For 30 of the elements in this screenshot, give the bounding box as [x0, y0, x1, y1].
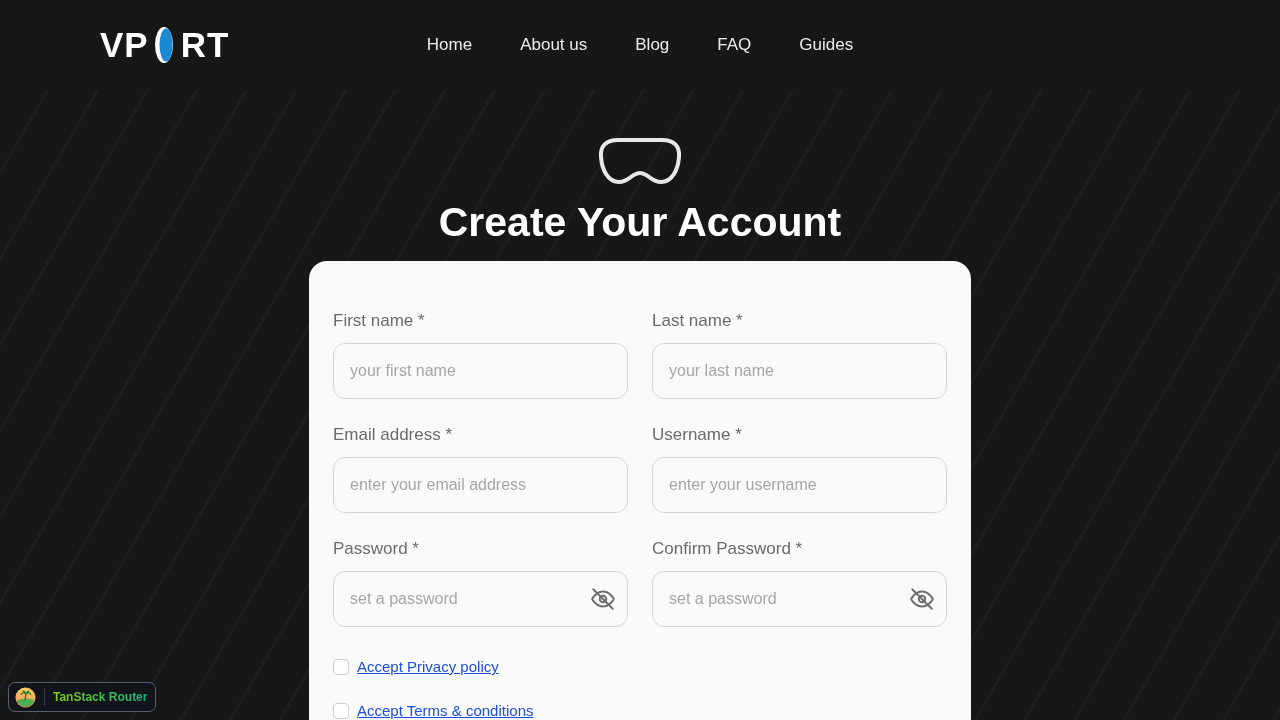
policy-link[interactable]: Accept Terms & conditions — [357, 703, 534, 719]
checkbox[interactable] — [333, 659, 349, 675]
page-title: Create Your Account — [438, 200, 842, 244]
text-field[interactable]: enter your email address — [333, 457, 628, 513]
devtools-badge[interactable]: TanStack Router — [8, 682, 157, 712]
oval-logo-icon — [153, 26, 176, 64]
logo-text: VP — [100, 25, 149, 65]
logo-text: RT — [180, 25, 230, 65]
nav-link[interactable]: Home — [426, 34, 473, 56]
text-field[interactable]: your first name — [333, 343, 628, 399]
island-logo-icon — [15, 686, 36, 708]
nav-link[interactable]: FAQ — [717, 34, 752, 56]
field-label: Username * — [652, 425, 743, 445]
field-label: Email address * — [333, 425, 454, 445]
nav-link[interactable]: Blog — [635, 34, 670, 56]
field-label: Confirm Password * — [652, 539, 804, 559]
eye-off-icon[interactable] — [590, 586, 616, 612]
nav-link[interactable]: About us — [520, 34, 588, 56]
text-field[interactable]: your last name — [652, 343, 947, 399]
policy-link[interactable]: Accept Privacy policy — [357, 659, 499, 675]
field-label: First name * — [333, 311, 426, 331]
eye-off-icon[interactable] — [909, 586, 935, 612]
vr-headset-icon — [598, 137, 682, 185]
checkbox[interactable] — [333, 703, 349, 719]
field-label: Last name * — [652, 311, 744, 331]
nav-link[interactable]: Guides — [799, 34, 854, 56]
text-field[interactable]: enter your username — [652, 457, 947, 513]
password-field[interactable]: set a password — [652, 571, 947, 627]
password-field[interactable]: set a password — [333, 571, 628, 627]
field-label: Password * — [333, 539, 420, 559]
